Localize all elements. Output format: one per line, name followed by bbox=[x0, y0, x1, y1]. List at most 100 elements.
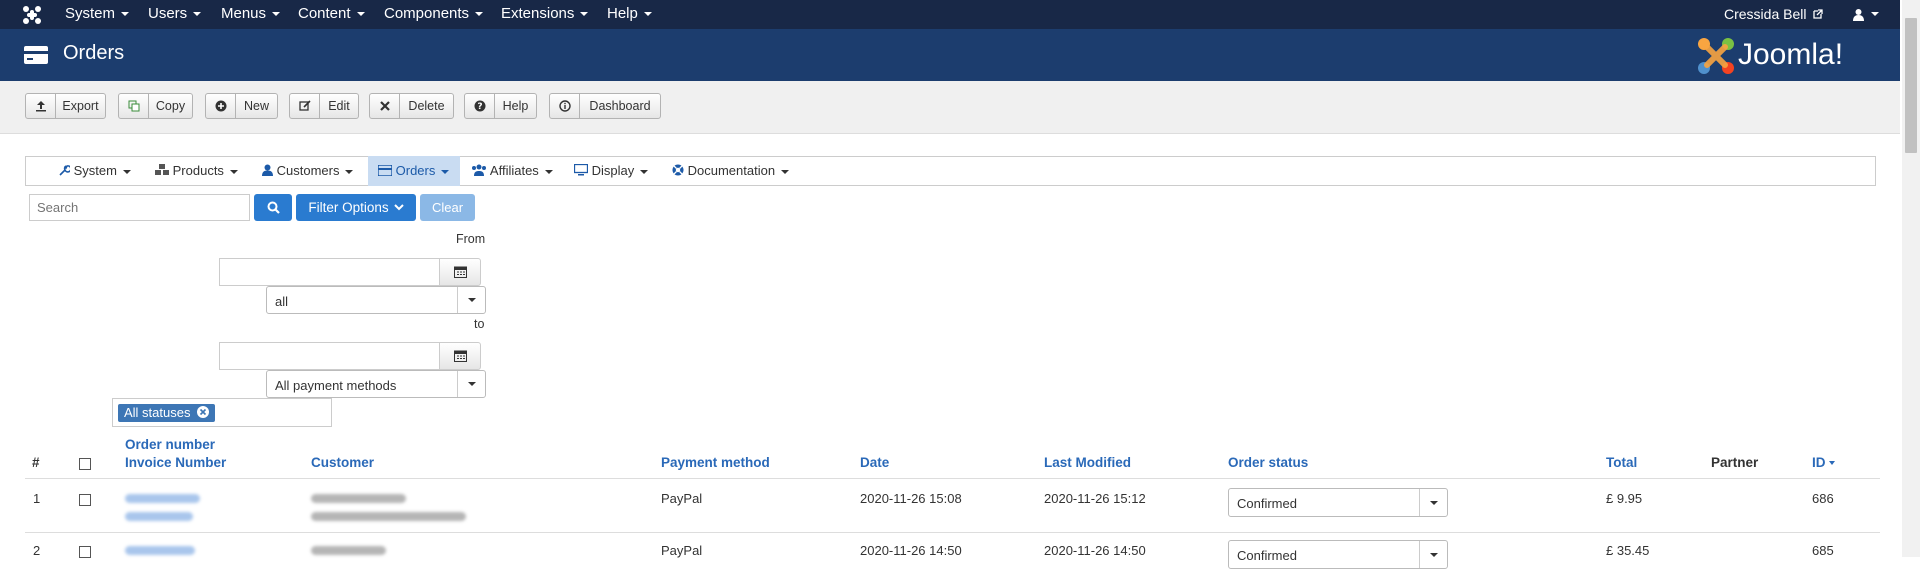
customer-name bbox=[311, 546, 386, 555]
column-partner: Partner bbox=[1711, 455, 1759, 470]
submenu-products[interactable]: Products bbox=[155, 156, 238, 186]
column-last-modified[interactable]: Last Modified bbox=[1044, 455, 1131, 470]
last-modified: 2020-11-26 15:12 bbox=[1044, 491, 1146, 506]
svg-text:?: ? bbox=[477, 102, 482, 112]
from-calendar-button[interactable] bbox=[439, 258, 481, 286]
page-title: Orders bbox=[63, 42, 125, 64]
menu-menus[interactable]: Menus bbox=[221, 0, 281, 29]
search-input[interactable] bbox=[29, 194, 250, 221]
search-button[interactable] bbox=[254, 194, 292, 221]
user-name-link[interactable]: Cressida Bell bbox=[1724, 0, 1824, 29]
customer-name bbox=[311, 494, 406, 503]
question-icon: ? bbox=[474, 100, 485, 112]
joomla-wordmark: Joomla! bbox=[1738, 38, 1844, 71]
menu-content[interactable]: Content bbox=[298, 0, 365, 29]
user-menu[interactable] bbox=[1852, 0, 1879, 29]
help-button[interactable]: ? Help bbox=[464, 93, 537, 119]
edit-button[interactable]: Edit bbox=[289, 93, 359, 119]
order-status-select[interactable]: Confirmed bbox=[1228, 488, 1448, 517]
status-chip[interactable]: All statuses bbox=[118, 404, 216, 422]
external-link-icon bbox=[1813, 9, 1824, 19]
column-num: # bbox=[32, 455, 40, 470]
table-header-divider bbox=[25, 478, 1880, 479]
order-number-link[interactable] bbox=[125, 494, 200, 503]
order-status-multiselect[interactable]: All statuses bbox=[112, 398, 332, 427]
wrench-icon bbox=[59, 165, 72, 176]
menu-help[interactable]: Help bbox=[607, 0, 652, 29]
chevron-down-icon bbox=[1419, 541, 1447, 568]
column-order-number[interactable]: Order number bbox=[125, 437, 215, 452]
order-status-select[interactable]: Confirmed bbox=[1228, 540, 1448, 569]
customer-email bbox=[311, 512, 466, 521]
new-button[interactable]: New bbox=[205, 93, 278, 119]
to-calendar-button[interactable] bbox=[439, 342, 481, 370]
calendar-icon bbox=[453, 350, 467, 362]
scrollbar-thumb[interactable] bbox=[1905, 18, 1917, 153]
row-checkbox[interactable] bbox=[79, 494, 91, 506]
order-date: 2020-11-26 15:08 bbox=[860, 491, 962, 506]
plus-circle-icon bbox=[215, 100, 226, 112]
order-number-link[interactable] bbox=[125, 546, 195, 555]
to-date-input[interactable] bbox=[219, 342, 441, 370]
credit-card-icon bbox=[377, 164, 393, 177]
submenu-documentation[interactable]: Documentation bbox=[672, 156, 790, 186]
submenu-system[interactable]: System bbox=[56, 156, 133, 186]
user-icon bbox=[262, 164, 273, 176]
export-button[interactable]: Export bbox=[25, 93, 106, 119]
column-total[interactable]: Total bbox=[1606, 455, 1637, 470]
chevron-down-icon bbox=[393, 204, 404, 211]
invoice-number-link[interactable] bbox=[125, 512, 193, 521]
menu-users[interactable]: Users bbox=[148, 0, 202, 29]
upload-icon bbox=[35, 101, 46, 112]
row-checkbox[interactable] bbox=[79, 546, 91, 558]
clear-button[interactable]: Clear bbox=[420, 194, 475, 221]
users-icon bbox=[472, 164, 486, 176]
filter-options-button[interactable]: Filter Options bbox=[296, 194, 416, 221]
copy-button[interactable]: Copy bbox=[118, 93, 193, 119]
cubes-icon bbox=[155, 164, 169, 175]
payment-method: PayPal bbox=[661, 543, 703, 558]
order-total: £ 35.45 bbox=[1606, 543, 1650, 558]
column-id[interactable]: ID bbox=[1812, 455, 1835, 470]
order-id: 685 bbox=[1812, 543, 1834, 558]
row-number: 1 bbox=[33, 491, 41, 506]
desktop-icon bbox=[573, 163, 589, 176]
column-date[interactable]: Date bbox=[860, 455, 889, 470]
column-order-status[interactable]: Order status bbox=[1228, 455, 1308, 470]
column-payment-method[interactable]: Payment method bbox=[661, 455, 770, 470]
submenu-orders[interactable]: Orders bbox=[368, 156, 460, 186]
submenu-customers[interactable]: Customers bbox=[262, 156, 354, 186]
chevron-down-icon bbox=[457, 287, 485, 313]
submenu-display[interactable]: Display bbox=[573, 156, 649, 186]
life-ring-icon bbox=[672, 164, 684, 176]
menu-components[interactable]: Components bbox=[384, 0, 484, 29]
orders-icon bbox=[24, 46, 48, 67]
last-modified: 2020-11-26 14:50 bbox=[1044, 543, 1146, 558]
admin-menu-bar: System Users Menus Content Components Ex… bbox=[0, 0, 1900, 29]
from-date-input[interactable] bbox=[219, 258, 441, 286]
search-icon bbox=[267, 201, 280, 214]
payment-method: PayPal bbox=[661, 491, 703, 506]
chevron-down-icon bbox=[457, 371, 485, 397]
vertical-scrollbar[interactable] bbox=[1902, 0, 1920, 557]
order-id: 686 bbox=[1812, 491, 1834, 506]
to-label: to bbox=[474, 317, 485, 331]
menu-system[interactable]: System bbox=[65, 0, 130, 29]
date-type-select[interactable]: all bbox=[266, 286, 486, 314]
copy-icon bbox=[128, 100, 139, 112]
menu-extensions[interactable]: Extensions bbox=[501, 0, 589, 29]
calendar-icon bbox=[453, 266, 467, 278]
column-invoice-number[interactable]: Invoice Number bbox=[125, 455, 226, 470]
delete-button[interactable]: Delete bbox=[369, 93, 454, 119]
joomla-logo-icon[interactable] bbox=[22, 5, 42, 25]
order-date: 2020-11-26 14:50 bbox=[860, 543, 962, 558]
edit-icon bbox=[298, 100, 311, 111]
user-icon bbox=[1853, 8, 1864, 21]
column-customer[interactable]: Customer bbox=[311, 455, 374, 470]
remove-chip-icon[interactable] bbox=[197, 406, 210, 418]
payment-method-select[interactable]: All payment methods bbox=[266, 370, 486, 398]
dashboard-button[interactable]: Dashboard bbox=[549, 93, 661, 119]
select-all-checkbox[interactable] bbox=[79, 458, 91, 470]
submenu-affiliates[interactable]: Affiliates bbox=[471, 156, 553, 186]
page-header bbox=[0, 29, 1900, 81]
